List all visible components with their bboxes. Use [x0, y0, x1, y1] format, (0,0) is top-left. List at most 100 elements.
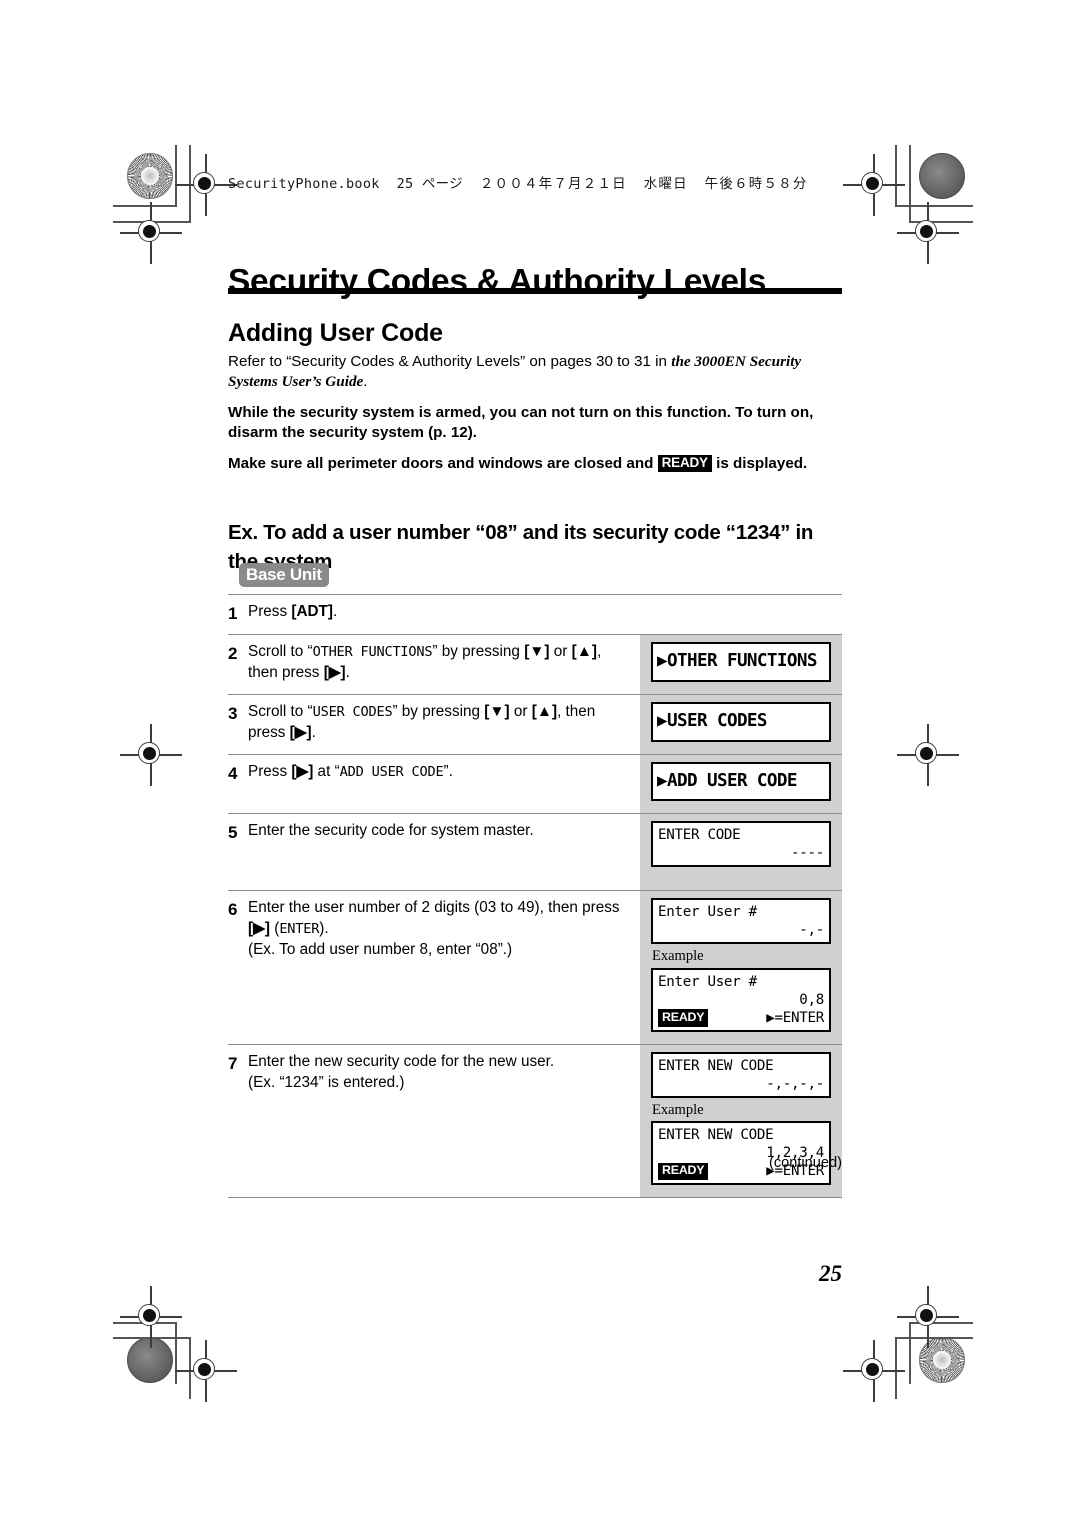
- step-text-run: .: [311, 723, 316, 741]
- refer-paragraph: Refer to “Security Codes & Authority Lev…: [228, 352, 836, 392]
- book-weekday: 水曜日: [643, 176, 688, 192]
- step-number: 5: [228, 823, 238, 843]
- step-text: Press [▶] at “ADD USER CODE”.: [248, 762, 630, 783]
- step-display-cell: ENTER NEW CODE -,-,-,- Example ENTER NEW CO…: [640, 1044, 842, 1198]
- step-text-run: Enter the user number of 2 digits (03 to…: [248, 899, 620, 917]
- rosette-mark-top-left: [127, 153, 173, 199]
- lcd-line: ▶USER CODES: [657, 710, 768, 731]
- step-text-run: Press: [248, 603, 292, 620]
- continued-note: (continued): [768, 1155, 842, 1171]
- title-underline-rule: [228, 288, 842, 294]
- lcd-display-example: Enter User # 0,8 READY ▶=ENTER: [651, 967, 831, 1032]
- step-display-cell: [640, 595, 842, 634]
- step-row: 4 Press [▶] at “ADD USER CODE”. ▶ADD USER …: [228, 753, 842, 814]
- step-instruction-cell: 2 Scroll to “OTHER FUNCTIONS” by pressing…: [228, 635, 640, 694]
- key-label: [▶]: [291, 762, 314, 780]
- key-label: [▶]: [289, 723, 312, 741]
- step-instruction-cell: 7 Enter the new security code for the new…: [228, 1045, 640, 1198]
- refer-text-prefix: Refer to “Security Codes & Authority Lev…: [228, 353, 672, 371]
- page-number: 25: [819, 1261, 842, 1286]
- step-row: 1 Press [ADT].: [228, 594, 842, 634]
- step-text-run: ”.: [443, 762, 453, 780]
- step-text-run: ” by pressing: [432, 643, 525, 661]
- steps-table: 1 Press [ADT]. 2 Scroll to “OTHER FUNCTIONS…: [228, 594, 842, 1199]
- rosette-mark-bottom-right: [919, 1337, 965, 1383]
- step-row: 2 Scroll to “OTHER FUNCTIONS” by pressing…: [228, 634, 842, 694]
- page-title: Security Codes & Authority Levels: [228, 263, 767, 301]
- step-text-run: Scroll to “: [248, 643, 313, 661]
- section-title: Adding User Code: [228, 318, 443, 347]
- step-text-run: Enter the security code for system maste…: [248, 822, 534, 840]
- step-text: Scroll to “USER CODES” by pressing [▼] o…: [248, 702, 630, 744]
- step-instruction-cell: 4 Press [▶] at “ADD USER CODE”.: [228, 755, 640, 814]
- crop-line: [175, 1322, 177, 1384]
- key-label: [▼]: [524, 643, 550, 661]
- step-display-cell: ENTER CODE ----: [640, 814, 842, 891]
- step-instruction-cell: 3 Scroll to “USER CODES” by pressing [▼] …: [228, 695, 640, 754]
- step-display-cell: Enter User # -,- Example Enter User #0,8 REA…: [640, 891, 842, 1044]
- step-number: 3: [228, 703, 238, 723]
- refer-text-suffix: .: [363, 373, 368, 391]
- step-text: Enter the user number of 2 digits (03 to…: [248, 898, 630, 960]
- step-row: 5 Enter the security code for system mast…: [228, 813, 842, 891]
- key-label: [ADT]: [291, 603, 333, 620]
- ready-status-badge: READY: [657, 455, 712, 472]
- lcd-line-prompt: Enter User #: [658, 973, 757, 990]
- ready-notice-prefix: Make sure all perimeter doors and window…: [228, 455, 658, 473]
- step-instruction-cell: 6 Enter the user number of 2 digits (03 t…: [228, 891, 640, 1044]
- crosshair-mark-left-upper: [120, 202, 182, 264]
- step-number: 4: [228, 763, 238, 783]
- lcd-text-reference: OTHER FUNCTIONS: [312, 644, 433, 661]
- step-number: 7: [228, 1053, 238, 1073]
- crop-line: [175, 145, 177, 207]
- step-text-run: .: [333, 603, 338, 620]
- lcd-text-reference: USER CODES: [312, 703, 393, 720]
- lcd-line-prompt: ENTER NEW CODE: [658, 1057, 774, 1074]
- key-label: [▶]: [248, 920, 270, 938]
- base-unit-badge: Base Unit: [239, 563, 329, 588]
- lcd-line-prompt: ENTER NEW CODE: [658, 1127, 774, 1144]
- lcd-display: ▶ADD USER CODE: [651, 761, 831, 802]
- step-text: Scroll to “OTHER FUNCTIONS” by pressing …: [248, 642, 630, 684]
- step-text-run: Enter the new security code for the new …: [248, 1052, 555, 1070]
- crosshair-mark-right-lower: [897, 1286, 959, 1348]
- lcd-display: ▶USER CODES: [651, 701, 831, 742]
- lcd-line-value: ----: [791, 845, 824, 862]
- crosshair-mark-left-lower: [120, 1286, 182, 1348]
- lcd-enter-hint: ▶=ENTER: [766, 1009, 824, 1026]
- step-text-run: ).: [319, 920, 329, 938]
- book-page-label: 25 ページ: [396, 176, 463, 192]
- step-text-run: or: [549, 643, 572, 661]
- crop-line: [113, 205, 175, 207]
- step-number: 6: [228, 900, 238, 920]
- key-label: [▼]: [484, 702, 510, 720]
- step-instruction-cell: 1 Press [ADT].: [228, 595, 640, 634]
- lcd-line-status: READY ▶=ENTER: [658, 1009, 824, 1027]
- lcd-display: Enter User # -,-: [651, 898, 831, 945]
- lcd-line-prompt: ENTER CODE: [658, 827, 741, 844]
- lcd-line-value: -,-: [799, 922, 824, 939]
- armed-warning-paragraph: While the security system is armed, you …: [228, 404, 814, 442]
- step-text-run: at “: [313, 762, 340, 780]
- step-text-run: or: [509, 702, 532, 720]
- step-text-run: (Ex. To add user number 8, enter “08”.): [248, 940, 513, 958]
- step-text-run: .: [345, 663, 350, 681]
- lcd-display: ENTER CODE ----: [651, 821, 831, 868]
- step-number: 2: [228, 644, 238, 664]
- lcd-ready-badge: READY: [658, 1009, 709, 1027]
- step-text-run: Scroll to “: [248, 702, 313, 720]
- lcd-line: ▶OTHER FUNCTIONS: [657, 651, 817, 672]
- step-text-run: Press: [248, 762, 292, 780]
- lcd-line-value: -,-,-,-: [766, 1075, 824, 1092]
- step-instruction-cell: 5 Enter the security code for system mast…: [228, 814, 640, 890]
- lcd-line: ▶ADD USER CODE: [657, 770, 798, 791]
- lcd-display-example: ENTER NEW CODE 1,2,3,4 READY ▶=ENTER: [651, 1121, 831, 1186]
- crosshair-mark-top-left: [175, 154, 237, 216]
- step-row: 6 Enter the user number of 2 digits (03 t…: [228, 890, 842, 1044]
- lcd-display: ▶OTHER FUNCTIONS: [651, 642, 831, 682]
- lcd-text-reference: ADD USER CODE: [339, 763, 444, 780]
- crosshair-mark-right-upper: [897, 202, 959, 264]
- solid-circle-mark-top-right: [919, 153, 965, 199]
- example-label: Example: [652, 948, 704, 965]
- step-row: 7 Enter the new security code for the new…: [228, 1043, 842, 1199]
